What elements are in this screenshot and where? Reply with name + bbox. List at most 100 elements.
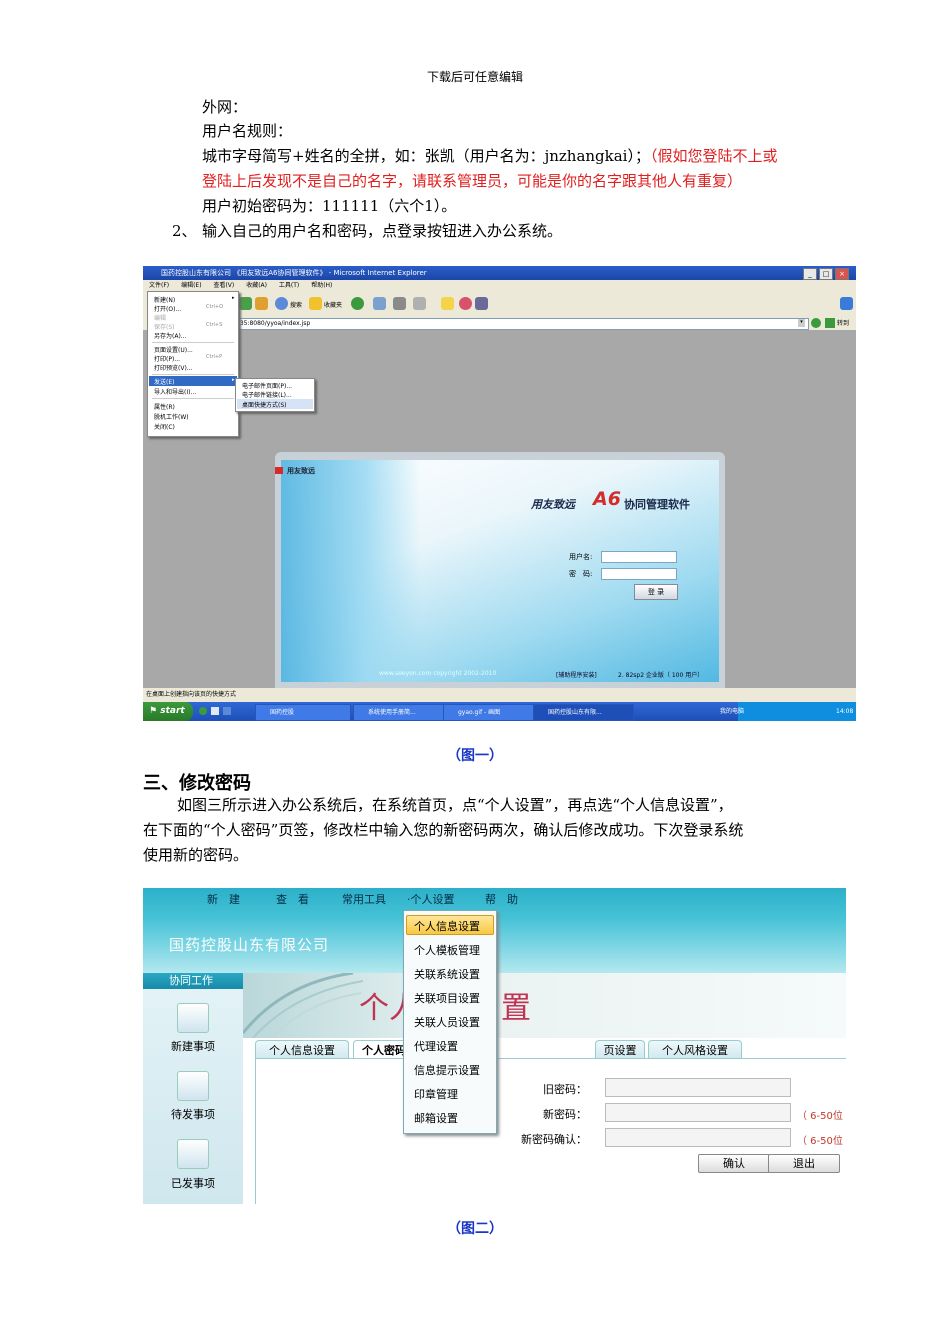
tab-personal-info[interactable]: 个人信息设置	[255, 1040, 349, 1059]
menu-edit[interactable]: 编辑(E)	[181, 282, 201, 289]
text-initial-password: 用户初始密码为：111111（六个1）。	[202, 197, 457, 215]
edit-icon[interactable]	[413, 297, 426, 310]
file-menu-saveas[interactable]: 另存为(A)...	[154, 331, 187, 340]
file-menu-pagesetup[interactable]: 页面设置(U)...	[154, 345, 193, 354]
menu-seal-management[interactable]: 印章管理	[414, 1086, 458, 1102]
nav-personal-settings[interactable]: ·个人设置	[407, 891, 455, 907]
task-ie[interactable]: 国药控股山东有限...	[533, 704, 634, 721]
sent-item-icon[interactable]	[177, 1139, 209, 1169]
mail-icon[interactable]	[373, 297, 386, 310]
menu-personal-info-settings[interactable]: 个人信息设置	[414, 918, 480, 934]
sidebar-header-label: 协同工作	[169, 974, 213, 987]
tab-homepage-settings[interactable]: 页设置	[595, 1040, 645, 1059]
sidebar-item-sent[interactable]: 已发事项	[143, 1175, 243, 1191]
product-logo-a6: A6	[593, 488, 621, 510]
file-menu-save[interactable]: 保存(S)	[154, 322, 175, 331]
confirm-password-input[interactable]	[605, 1128, 791, 1147]
quicklaunch-ie-icon[interactable]	[223, 707, 231, 715]
history-icon[interactable]	[351, 297, 364, 310]
quicklaunch-desktop-icon[interactable]	[211, 707, 219, 715]
text-username-rule-title: 用户名规则：	[202, 122, 293, 140]
menu-tools[interactable]: 工具(T)	[279, 282, 299, 289]
nav-new[interactable]: 新 建	[207, 891, 240, 907]
menu-template-management[interactable]: 个人模板管理	[414, 942, 480, 958]
maximize-icon[interactable]: □	[819, 268, 833, 280]
address-dropdown-icon[interactable]: ▾	[798, 319, 805, 327]
menu-separator	[152, 374, 234, 375]
file-menu-open[interactable]: 打开(O)...	[154, 304, 181, 313]
ie-toolbar: 搜索 收藏夹	[143, 292, 856, 317]
login-button[interactable]: 登 录	[634, 584, 678, 600]
new-item-icon[interactable]	[177, 1003, 209, 1033]
go-arrow-icon[interactable]	[825, 318, 835, 328]
menu-proxy-settings[interactable]: 代理设置	[414, 1038, 458, 1054]
file-menu-properties[interactable]: 属性(R)	[154, 402, 175, 411]
login-decor	[281, 460, 421, 682]
tab-personal-style[interactable]: 个人风格设置	[648, 1040, 742, 1059]
quicklaunch-icon[interactable]	[199, 707, 207, 715]
tray-mycomputer[interactable]: 我的电脑	[720, 702, 744, 721]
file-menu-edit[interactable]: 编辑	[154, 313, 166, 322]
file-menu-preview[interactable]: 打印预览(V)...	[154, 363, 193, 372]
password-input[interactable]	[601, 568, 677, 580]
nav-help[interactable]: 帮 助	[485, 891, 518, 907]
task-paint[interactable]: gyao.gif - 画图	[443, 704, 539, 721]
note-icon[interactable]	[441, 297, 454, 310]
menu-help[interactable]: 帮助(H)	[311, 282, 332, 289]
send-desktop-shortcut[interactable]: 桌面快捷方式(S)	[242, 400, 287, 409]
file-menu-send[interactable]: 发送(E)	[154, 377, 174, 386]
username-label: 用户名:	[569, 553, 593, 561]
status-text: 在桌面上创建指向该页的快捷方式	[146, 691, 237, 698]
sidebar-item-pending[interactable]: 待发事项	[143, 1106, 243, 1122]
search-icon[interactable]	[275, 297, 288, 310]
search-label[interactable]: 搜索	[290, 300, 302, 309]
home-icon[interactable]	[255, 297, 268, 310]
send-email-link[interactable]: 电子邮件链接(L)...	[242, 390, 292, 399]
favorites-label[interactable]: 收藏夹	[324, 300, 342, 309]
tools-icon[interactable]	[475, 297, 488, 310]
windows-logo-icon	[840, 297, 853, 310]
new-password-label: 新密码：	[543, 1108, 587, 1121]
send-email-page[interactable]: 电子邮件页面(P)...	[242, 381, 292, 390]
file-menu-print[interactable]: 打印(P)...	[154, 354, 180, 363]
file-menu-new[interactable]: 新建(N)	[154, 295, 175, 304]
print-icon[interactable]	[393, 297, 406, 310]
pending-item-icon[interactable]	[177, 1071, 209, 1101]
sidebar-item-new[interactable]: 新建事项	[143, 1038, 243, 1054]
menu-linked-person[interactable]: 关联人员设置	[414, 1014, 480, 1030]
nav-view[interactable]: 查 看	[276, 891, 309, 907]
menu-favorites[interactable]: 收藏(A)	[246, 282, 267, 289]
file-menu-offline[interactable]: 脱机工作(W)	[154, 412, 189, 421]
task-manual[interactable]: 系统使用手册简...	[353, 704, 449, 721]
company-name: 国药控股山东有限公司	[169, 936, 330, 954]
text-username-rule: 城市字母简写+姓名的全拼，如：张凯（用户名为：jnzhangkai）；（假如您登…	[202, 146, 778, 166]
favorites-icon[interactable]	[309, 297, 322, 310]
refresh-icon[interactable]	[239, 297, 252, 310]
username-input[interactable]	[601, 551, 677, 563]
file-menu-import-export[interactable]: 导入和导出(I)...	[154, 387, 196, 396]
title-band: 个人 置	[243, 973, 846, 1038]
menu-mailbox-settings[interactable]: 邮箱设置	[414, 1110, 458, 1126]
menu-linked-project[interactable]: 关联项目设置	[414, 990, 480, 1006]
file-menu-close[interactable]: 关闭(C)	[154, 422, 175, 431]
menu-view[interactable]: 查看(V)	[213, 282, 234, 289]
exit-button[interactable]: 退出	[768, 1154, 840, 1173]
helper-install-link[interactable]: [辅助程序安装]	[556, 670, 597, 679]
messenger-icon[interactable]	[459, 297, 472, 310]
new-password-input[interactable]	[605, 1103, 791, 1122]
close-icon[interactable]: ×	[835, 268, 849, 280]
confirm-button[interactable]: 确认	[698, 1154, 770, 1173]
menu-file[interactable]: 文件(F)	[149, 282, 169, 289]
page-header: 下载后可任意编辑	[426, 70, 523, 84]
figure1-caption: （图一）	[447, 748, 503, 764]
minimize-icon[interactable]: _	[803, 268, 817, 280]
yonyou-logo-icon	[275, 467, 283, 474]
nav-tools[interactable]: 常用工具	[342, 891, 386, 907]
start-button[interactable]: ⚑ start	[143, 702, 193, 721]
go-button[interactable]: 转到	[837, 318, 849, 327]
menu-notification-settings[interactable]: 信息提示设置	[414, 1062, 480, 1078]
address-input[interactable]: 235:8080/yyoa/index.jsp	[233, 318, 809, 330]
menu-linked-system[interactable]: 关联系统设置	[414, 966, 480, 982]
task-folder[interactable]: 国药控股	[255, 704, 351, 721]
old-password-input[interactable]	[605, 1078, 791, 1097]
